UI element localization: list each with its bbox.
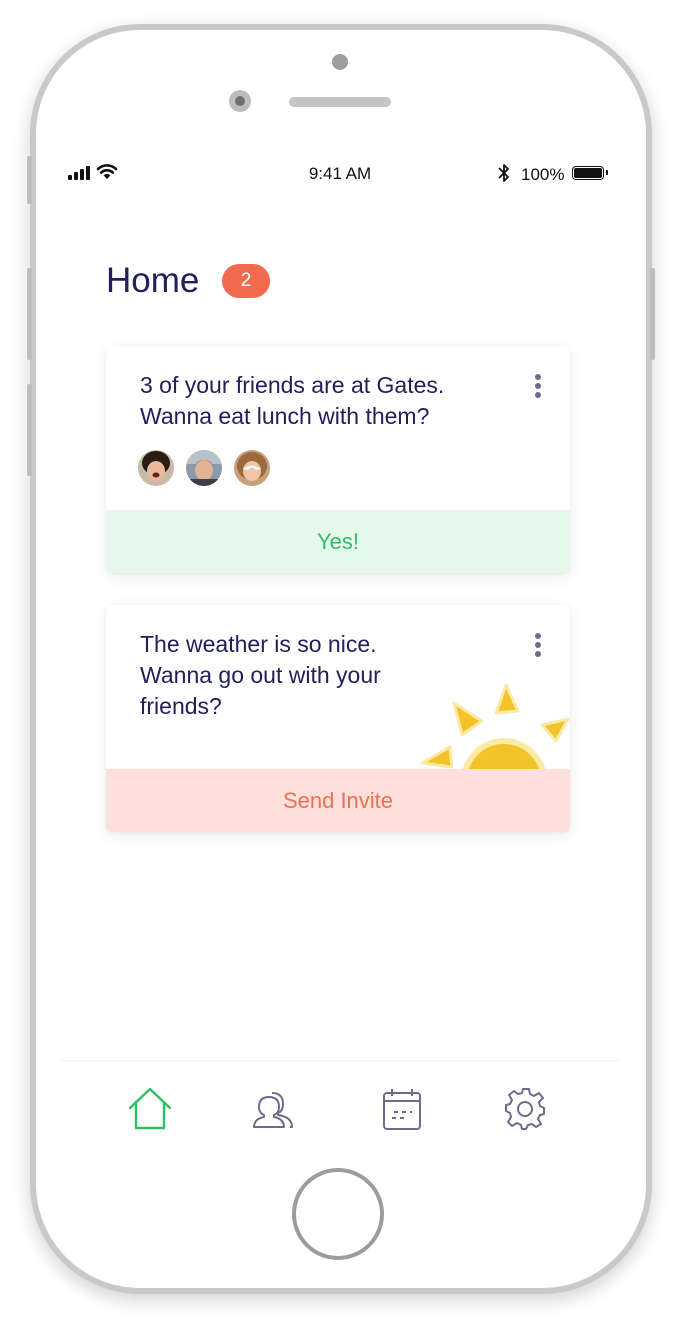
friend-avatar-2[interactable] xyxy=(186,450,222,486)
accept-lunch-button[interactable]: Yes! xyxy=(106,510,570,573)
page-title: Home xyxy=(106,261,200,300)
settings-icon[interactable] xyxy=(502,1085,550,1133)
friend-avatar-1[interactable] xyxy=(138,450,174,486)
status-bar: 9:41 AM 100% xyxy=(60,162,620,186)
home-button[interactable] xyxy=(292,1168,384,1260)
friends-icon[interactable] xyxy=(252,1085,300,1133)
side-button-power xyxy=(650,268,655,360)
side-button-mute xyxy=(27,156,32,204)
send-invite-button[interactable]: Send Invite xyxy=(106,769,570,832)
front-camera xyxy=(229,90,251,112)
battery-icon xyxy=(572,166,608,180)
more-options-icon[interactable] xyxy=(534,374,542,398)
home-icon[interactable] xyxy=(126,1085,174,1133)
suggestion-card-lunch: 3 of your friends are at Gates. Wanna ea… xyxy=(106,346,570,573)
tab-bar xyxy=(60,1060,620,1150)
side-button-volume-down xyxy=(27,384,32,476)
battery-percentage: 100% xyxy=(521,165,565,184)
calendar-icon[interactable] xyxy=(378,1085,426,1133)
screen: 9:41 AM 100% Home 2 3 of your friends ar… xyxy=(60,148,620,1150)
suggestion-card-weather: The weather is so nice. Wanna go out wit… xyxy=(106,605,570,832)
notification-badge[interactable]: 2 xyxy=(222,264,270,298)
bluetooth-icon xyxy=(498,164,509,182)
proximity-sensor xyxy=(332,54,348,70)
sun-icon xyxy=(420,683,570,769)
side-button-volume-up xyxy=(27,268,32,360)
earpiece-speaker xyxy=(289,97,391,107)
friend-avatar-3[interactable] xyxy=(234,450,270,486)
more-options-icon[interactable] xyxy=(534,633,542,657)
card-message: 3 of your friends are at Gates. Wanna ea… xyxy=(140,372,445,429)
